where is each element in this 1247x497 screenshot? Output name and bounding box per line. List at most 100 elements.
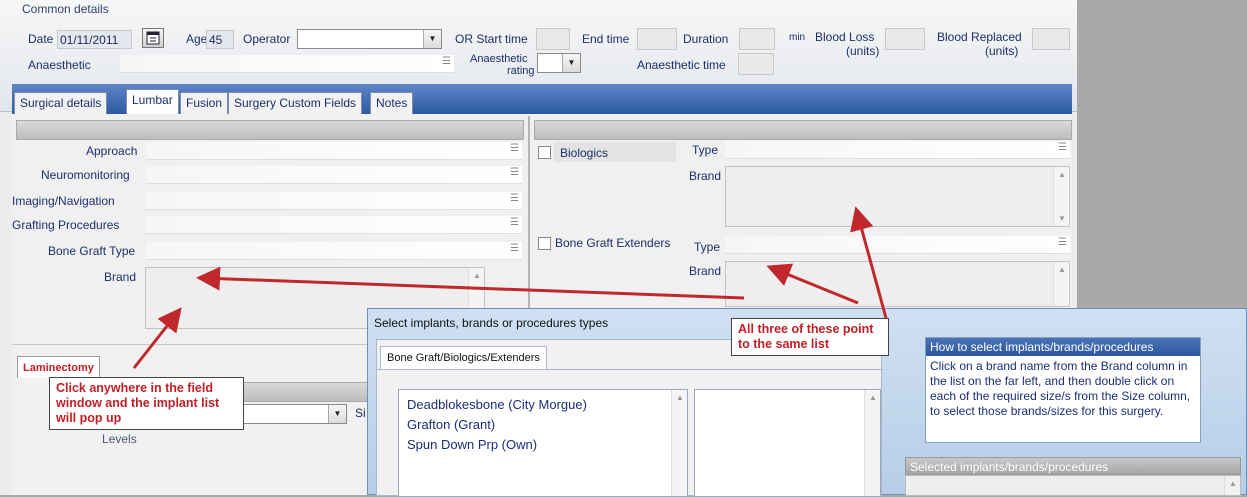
approach-label: Approach (86, 144, 138, 158)
dialog-list-panel: Bone Graft/Biologics/Extenders Deadbloke… (376, 339, 883, 497)
tab-surgical-details[interactable]: Surgical details (14, 92, 108, 114)
section-title: Common details (22, 2, 109, 16)
tab-bar: Surgical details Lumbar Fusion Surgery C… (12, 84, 1072, 114)
extenders-brand-memo[interactable]: ▲ (725, 261, 1070, 307)
anaesthetic-time-field[interactable] (738, 53, 774, 75)
date-label: Date (28, 32, 54, 46)
chevron-down-icon: ▼ (423, 30, 441, 48)
duration-label: Duration (683, 32, 729, 46)
blood-replaced-units: (units) (985, 44, 1019, 58)
selected-title: Selected implants/brands/procedures (905, 457, 1241, 475)
duration-field[interactable] (739, 28, 775, 50)
biologics-checkbox[interactable] (538, 146, 551, 159)
brand-list[interactable]: Deadblokesbone (City Morgue) Grafton (Gr… (398, 389, 688, 497)
scroll-up-icon: ▲ (1229, 479, 1237, 488)
right-header-bar (534, 120, 1072, 140)
biologics-type-field[interactable]: ☰ (725, 141, 1070, 159)
scrollbar[interactable]: ▲ (864, 390, 880, 496)
blood-loss-units: (units) (846, 44, 880, 58)
grafting-label: Grafting Procedures (12, 218, 120, 232)
grafting-field[interactable]: ☰ (146, 216, 522, 234)
how-to-title: How to select implants/brands/procedures (926, 338, 1200, 356)
callout-left: Click anywhere in the field window and t… (49, 377, 244, 430)
how-to-text: Click on a brand name from the Brand col… (930, 359, 1191, 418)
list-icon: ☰ (510, 217, 519, 228)
list-icon: ☰ (510, 167, 519, 178)
or-start-field[interactable] (536, 28, 570, 50)
anaesthetic-rating-label-2: rating (507, 65, 535, 77)
extenders-checkbox[interactable] (538, 237, 551, 250)
operator-select[interactable]: ▼ (297, 29, 442, 49)
end-time-label: End time (582, 32, 630, 46)
tab-fusion[interactable]: Fusion (180, 92, 229, 114)
blood-replaced-field[interactable] (1032, 28, 1070, 50)
list-item[interactable]: Grafton (Grant) (407, 417, 495, 432)
bone-graft-type-label: Bone Graft Type (48, 244, 136, 258)
chevron-down-icon: ▼ (328, 405, 346, 423)
list-icon: ☰ (1058, 237, 1067, 248)
type-label-2: Type (694, 240, 721, 254)
tab-bone-graft-biologics-extenders[interactable]: Bone Graft/Biologics/Extenders (380, 346, 547, 370)
scroll-up-icon: ▲ (869, 393, 877, 402)
left-header-bar (16, 120, 524, 140)
calendar-icon (146, 31, 160, 45)
scrollbar[interactable]: ▲ ▼ (1053, 167, 1069, 226)
scroll-down-icon: ▼ (1058, 214, 1066, 223)
list-item[interactable]: Deadblokesbone (City Morgue) (407, 397, 587, 412)
neuromonitoring-label: Neuromonitoring (41, 168, 130, 182)
list-icon: ☰ (442, 56, 451, 67)
tab-divider (377, 369, 883, 370)
scrollbar[interactable]: ▲ (671, 390, 687, 496)
or-start-label: OR Start time (455, 32, 528, 46)
age-value: 45 (209, 33, 223, 47)
blood-loss-field[interactable] (885, 28, 925, 50)
list-icon: ☰ (510, 243, 519, 254)
neuromonitoring-field[interactable]: ☰ (146, 166, 522, 184)
dialog-title: Select implants, brands or procedures ty… (374, 316, 609, 330)
bone-graft-type-field[interactable]: ☰ (146, 242, 522, 260)
callout-right: All three of these point to the same lis… (731, 318, 889, 356)
biologics-label: Biologics (560, 146, 609, 160)
scroll-up-icon: ▲ (1058, 170, 1066, 179)
extenders-label: Bone Graft Extenders (555, 236, 671, 250)
biologics-brand-memo[interactable]: ▲ ▼ (725, 166, 1070, 227)
anaesthetic-rating-select[interactable]: ▼ (537, 53, 581, 73)
age-label: Age (186, 32, 208, 46)
laminectomy-header-bar (232, 382, 372, 402)
levels-label: Levels (102, 432, 137, 446)
approach-field[interactable]: ☰ (146, 142, 522, 160)
anaesthetic-rating-label: Anaesthetic (470, 53, 528, 65)
scroll-up-icon: ▲ (1058, 265, 1066, 274)
tab-surgery-custom-fields[interactable]: Surgery Custom Fields (228, 92, 363, 114)
tab-notes[interactable]: Notes (370, 92, 414, 114)
imaging-field[interactable]: ☰ (146, 192, 522, 210)
imaging-label: Imaging/Navigation (12, 194, 115, 208)
how-to-box: How to select implants/brands/procedures… (925, 337, 1201, 443)
date-value: 01/11/2011 (60, 33, 119, 47)
si-label: Si (355, 406, 366, 420)
blood-replaced-label: Blood Replaced (937, 30, 1022, 44)
extenders-type-field[interactable]: ☰ (725, 236, 1070, 254)
tab-lumbar[interactable]: Lumbar (126, 89, 179, 114)
selected-list[interactable]: ▲ (905, 475, 1241, 496)
size-list[interactable]: ▲ (694, 389, 881, 497)
chevron-down-icon: ▼ (562, 54, 580, 72)
min-label: min (789, 32, 806, 43)
age-field[interactable]: 45 (206, 30, 234, 49)
tab-laminectomy[interactable]: Laminectomy (17, 356, 100, 378)
end-time-field[interactable] (637, 28, 677, 50)
date-field[interactable]: 01/11/2011 (57, 30, 132, 49)
scrollbar[interactable]: ▲ (1053, 262, 1069, 306)
scrollbar[interactable]: ▲ (1224, 476, 1240, 495)
list-item[interactable]: Spun Down Prp (Own) (407, 437, 537, 452)
anaesthetic-label: Anaesthetic (28, 58, 91, 72)
list-icon: ☰ (510, 193, 519, 204)
list-icon: ☰ (1058, 142, 1067, 153)
anaesthetic-time-label: Anaesthetic time (637, 58, 726, 72)
operator-label: Operator (243, 32, 291, 46)
type-label-1: Type (692, 143, 719, 157)
brand-label-1: Brand (689, 169, 722, 183)
calendar-button[interactable] (142, 28, 164, 48)
scroll-up-icon: ▲ (473, 271, 481, 280)
anaesthetic-field[interactable]: ☰ (120, 55, 454, 73)
